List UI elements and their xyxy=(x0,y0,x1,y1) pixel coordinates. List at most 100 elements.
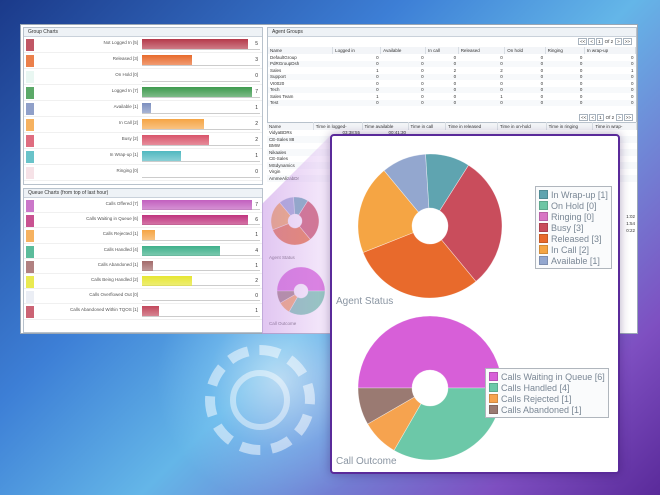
pager-last-button[interactable]: >> xyxy=(622,38,632,45)
agent-groups-header-ringing[interactable]: Ringing xyxy=(545,47,585,54)
queue-chart-row-value: 1 xyxy=(255,308,258,315)
agents-header-name[interactable]: Name xyxy=(267,122,314,130)
group-chart-row-value: 5 xyxy=(255,41,258,47)
agent-groups-table-row[interactable]: Test 0 0 0 0 0 0 0 xyxy=(268,99,636,106)
queue-chart-row-label: Calls Being Handled [2] xyxy=(90,276,138,282)
group-chart-row-label: Logged In [7] xyxy=(111,88,138,93)
queue-chart-row-calls-waiting-in-queue: Calls Waiting in Queue [6] 6 xyxy=(24,213,262,229)
group-chart-baseline xyxy=(142,97,260,98)
group-chart-row-value: 0 xyxy=(255,169,258,175)
agent-status-caption: Agent Status xyxy=(336,296,394,307)
legend-swatch xyxy=(539,201,548,210)
legend-item-calls-rejected[interactable]: Calls Rejected [1] xyxy=(489,393,605,404)
legend-item-in-wrap-up[interactable]: In Wrap-up [1] xyxy=(539,189,608,200)
group-chart-bar xyxy=(142,103,151,113)
group-chart-baseline xyxy=(142,145,260,146)
agents-header-time-in-released[interactable]: Time in released xyxy=(445,122,498,130)
queue-chart-row-calls-rejected: Calls Rejected [1] 1 xyxy=(24,228,262,244)
group-chart-baseline xyxy=(142,113,260,114)
legend-item-ringing[interactable]: Ringing [0] xyxy=(539,211,608,222)
group-chart-sparkline xyxy=(26,135,34,147)
legend-swatch xyxy=(539,190,548,199)
group-chart-row-label: Released [3] xyxy=(112,56,138,61)
agent-groups-cell-available: 0 xyxy=(421,100,424,106)
queue-chart-sparkline xyxy=(26,200,34,212)
agents-header-time-in-logged[interactable]: Time in logged- xyxy=(313,122,363,130)
queue-chart-row-value: 4 xyxy=(255,247,258,254)
group-chart-row-label: Busy [2] xyxy=(121,136,138,141)
agents-header-time-in-on-hold[interactable]: Time in on-hold xyxy=(497,122,547,130)
queue-chart-bar xyxy=(142,230,156,241)
queue-chart-row-label: Calls Handled [4] xyxy=(103,246,138,252)
pager-prev-button[interactable]: < xyxy=(588,38,596,45)
agent-groups-header-name[interactable]: Name xyxy=(268,47,334,54)
legend-label: Available [1] xyxy=(551,255,600,266)
agents-pager-next-button[interactable]: > xyxy=(616,114,623,121)
pager-next-button[interactable]: > xyxy=(615,38,622,45)
call-outcome-donut xyxy=(357,315,503,461)
legend-item-calls-abandoned[interactable]: Calls Abandoned [1] xyxy=(489,404,605,415)
agent-groups-header-available[interactable]: Available xyxy=(380,47,427,54)
agent-groups-title: Agent Groups xyxy=(268,28,636,37)
queue-chart-row-label: Calls Abandoned [1] xyxy=(97,261,138,267)
queue-chart-row-value: 2 xyxy=(255,277,258,284)
queue-chart-sparkline xyxy=(26,230,34,243)
legend-swatch xyxy=(489,394,498,403)
edge-value: 1:02 xyxy=(626,214,635,219)
queue-chart-row-value: 7 xyxy=(255,202,258,208)
legend-label: In Wrap-up [1] xyxy=(551,189,608,200)
queue-chart-sparkline xyxy=(26,275,34,288)
queue-chart-row-calls-handled: Calls Handled [4] 4 xyxy=(24,244,262,259)
group-chart-sparkline xyxy=(26,87,34,99)
agent-groups-cell-released: 0 xyxy=(500,100,503,106)
legend-label: Calls Rejected [1] xyxy=(501,393,572,404)
agents-header-time-in-call[interactable]: Time in call xyxy=(408,122,447,130)
pager-page-input[interactable]: 1 xyxy=(596,38,603,45)
legend-label: Calls Abandoned [1] xyxy=(501,404,582,415)
group-chart-row-in-wrap-up: In Wrap-up [1] 1 xyxy=(24,149,262,165)
queue-chart-bar xyxy=(142,275,193,286)
legend-item-released[interactable]: Released [3] xyxy=(539,233,608,244)
legend-item-calls-waiting-in-queue[interactable]: Calls Waiting in Queue [6] xyxy=(489,371,605,382)
legend-label: Ringing [0] xyxy=(551,211,595,222)
queue-chart-bar xyxy=(142,200,252,210)
agents-header-time-in-ringing[interactable]: Time in ringing xyxy=(546,122,594,130)
agents-pager-last-button[interactable]: >> xyxy=(623,114,633,121)
agent-groups-cell-in-wrap-up: 0 xyxy=(630,100,634,106)
queue-chart-bar xyxy=(142,306,159,317)
agent-groups-header-in-call[interactable]: In call xyxy=(425,47,459,54)
legend-item-available[interactable]: Available [1] xyxy=(539,255,608,266)
legend-item-on-hold[interactable]: On Hold [0] xyxy=(539,200,608,211)
legend-item-busy[interactable]: Busy [3] xyxy=(539,222,608,233)
agents-pager-prev-button[interactable]: < xyxy=(589,114,597,121)
group-chart-sparkline xyxy=(26,71,34,83)
agent-groups-header-logged-in[interactable]: Logged in xyxy=(332,47,382,54)
queue-chart-sparkline xyxy=(26,306,34,319)
group-chart-row-label: In Wrap-up [1] xyxy=(109,152,138,157)
legend-swatch xyxy=(489,383,498,392)
agent-groups-header-on-hold[interactable]: On hold xyxy=(504,47,546,54)
queue-chart-row-label: Calls Abandoned Within TQOS [1] xyxy=(70,307,138,313)
legend-swatch xyxy=(539,256,548,265)
queue-chart-row-value: 1 xyxy=(255,232,258,239)
slice-calls-waiting-in-queue[interactable] xyxy=(357,315,503,389)
legend-item-in-call[interactable]: In Call [2] xyxy=(539,244,608,255)
agents-pager-first-button[interactable]: << xyxy=(579,114,589,121)
group-chart-row-ringing: Ringing [0] 0 xyxy=(24,165,262,181)
agent-groups-panel: Agent Groups << <1 Of 2 > >> Name Logged in Av… xyxy=(267,27,637,125)
legend-label: Released [3] xyxy=(551,233,602,244)
agent-groups-header-released[interactable]: Released xyxy=(458,47,506,54)
agents-pager-page-input[interactable]: 1 xyxy=(597,114,604,121)
queue-chart-row-label: Calls Overflowed Out [0] xyxy=(89,292,138,298)
legend-item-calls-handled[interactable]: Calls Handled [4] xyxy=(489,382,605,393)
queue-chart-row-calls-abandoned: Calls Abandoned [1] 1 xyxy=(24,259,262,274)
group-charts-list: Not Logged In [5] 5 Released [3] 3 On Hold [… xyxy=(24,37,262,181)
agent-groups-cell-on-hold: 0 xyxy=(540,100,544,106)
queue-charts-list: Calls Offered [7] 7 Calls Waiting in Queue… xyxy=(24,198,262,320)
queue-chart-row-calls-offered: Calls Offered [7] 7 xyxy=(24,198,262,214)
agents-header-time-in-wrap[interactable]: Time in wrap- xyxy=(592,122,637,130)
agents-header-time-available[interactable]: Time available xyxy=(362,122,409,130)
pager-first-button[interactable]: << xyxy=(578,38,588,45)
group-chart-row-available: Available [1] 1 xyxy=(24,101,262,117)
agent-groups-header-in-wrap-up[interactable]: In wrap-up xyxy=(584,47,637,54)
